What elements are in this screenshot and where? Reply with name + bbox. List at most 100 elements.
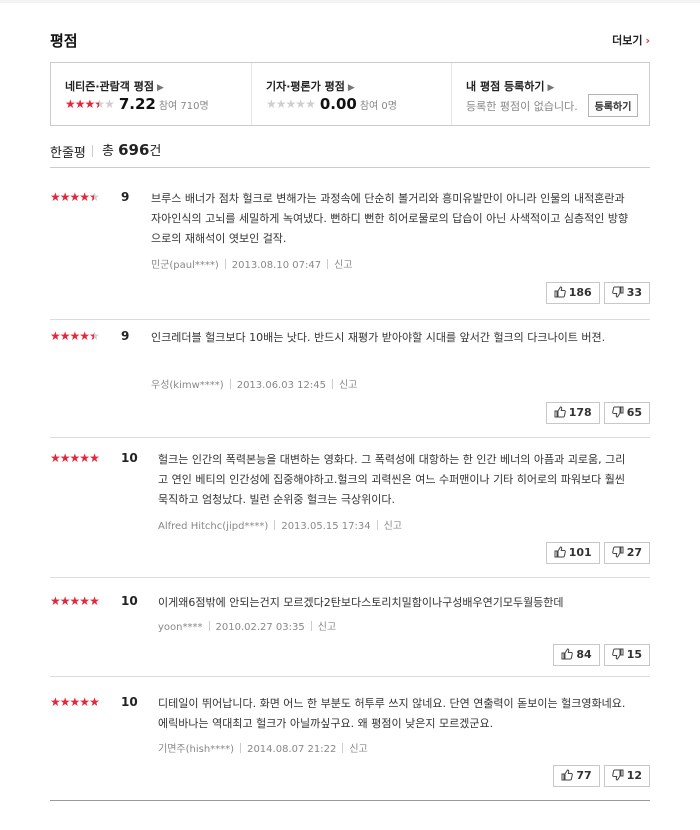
- star-icon: ★: [104, 97, 115, 111]
- review-date: 2010.02.27 03:35: [215, 622, 305, 633]
- review-item: ★★★★★ 10 이게왜6점밖에 안되는건지 모르겠다2탄보다스토리치밀함이나구…: [50, 578, 650, 677]
- review-date: 2013.06.03 12:45: [236, 380, 326, 391]
- like-button[interactable]: 186: [545, 282, 600, 304]
- star-icon: ★: [50, 594, 61, 608]
- dislike-button[interactable]: 27: [603, 542, 650, 564]
- review-date: 2014.08.07 21:22: [247, 744, 337, 755]
- review-stars: ★★★★★: [50, 189, 100, 205]
- rating-summary-box: 네티즌·관람객 평점▶ ★★★★★7.22참여 710명 기자·평론가 평점▶ …: [50, 62, 650, 126]
- star-icon: ★: [79, 451, 90, 465]
- dislike-button[interactable]: 12: [603, 765, 650, 787]
- star-icon: ★: [79, 329, 90, 343]
- thumbs-up-icon: [561, 648, 574, 660]
- review-meta: 기면주(hish****) 2014.08.07 21:22 신고: [158, 740, 368, 755]
- like-button[interactable]: 84: [553, 644, 600, 666]
- report-link[interactable]: 신고: [318, 622, 336, 633]
- dislike-button[interactable]: 33: [603, 282, 650, 304]
- star-icon: ★: [65, 97, 76, 111]
- vote-buttons: 101 27: [542, 542, 650, 564]
- my-rating-title-link[interactable]: 내 평점 등록하기 ▶: [466, 78, 554, 94]
- review-text: 이게왜6점밖에 안되는건지 모르겠다2탄보다스토리치밀함이나구성배우연기모두월등…: [158, 596, 564, 609]
- thumbs-down-icon: [611, 546, 624, 558]
- review-item: ★★★★★ 9 브루스 배너가 점차 헐크로 변해가는 과정속에 단순히 볼거리…: [50, 168, 650, 320]
- review-total: 총 696건: [102, 141, 162, 159]
- critic-rating-title-link[interactable]: 기자·평론가 평점 ▶: [266, 78, 355, 94]
- like-button[interactable]: 178: [545, 402, 600, 424]
- review-stars: ★★★★★: [50, 593, 100, 609]
- review-meta: Alfred Hitchc(jipd****) 2013.05.15 17:34 신…: [158, 517, 402, 532]
- critic-stars: ★★★★★: [266, 96, 316, 112]
- arrow-right-icon: ▶: [547, 83, 555, 93]
- star-icon: ★: [305, 97, 316, 111]
- vote-buttons: 186 33: [542, 282, 650, 304]
- arrow-right-icon: ▶: [156, 83, 164, 93]
- netizen-rating: 네티즌·관람객 평점▶ ★★★★★7.22참여 710명: [51, 63, 251, 125]
- review-score: 10: [121, 695, 138, 709]
- star-icon: ★: [275, 97, 287, 111]
- register-rating-button[interactable]: 등록하기: [588, 94, 638, 117]
- star-icon: ★: [89, 189, 100, 205]
- star-icon: ★: [79, 190, 90, 204]
- review-text: 인크레더블 헐크보다 10배는 낫다. 반드시 재평가 받아야할 시대를 앞서간…: [151, 331, 606, 344]
- report-link[interactable]: 신고: [334, 260, 352, 271]
- review-text: 디테일이 뛰어납니다. 화면 어느 한 부분도 허투루 쓰지 않네요. 단연 연…: [158, 697, 626, 730]
- report-link[interactable]: 신고: [384, 521, 402, 532]
- star-icon: ★: [89, 594, 100, 608]
- review-stars: ★★★★★: [50, 450, 100, 466]
- top-border: [0, 0, 700, 3]
- review-list-header: 한줄평 총 696건: [50, 140, 650, 168]
- thumbs-down-icon: [611, 286, 624, 298]
- like-button[interactable]: 101: [545, 542, 600, 564]
- star-icon: ★: [50, 190, 61, 204]
- arrow-right-icon: ▶: [347, 83, 355, 93]
- my-rating: 내 평점 등록하기 ▶ 등록한 평점이 없습니다. 등록하기: [451, 63, 649, 125]
- review-item: ★★★★★ 10 헐크는 인간의 폭력본능을 대변하는 영화다. 그 폭력성에 …: [50, 438, 650, 578]
- my-rating-empty-text: 등록한 평점이 없습니다.: [466, 100, 578, 113]
- star-icon: ★: [69, 190, 81, 204]
- section-header: 평점 더보기 ›: [50, 30, 650, 50]
- netizen-score: 7.22: [118, 95, 156, 113]
- critic-rating: 기자·평론가 평점 ▶ ★★★★★ 0.00 참여 0명: [251, 63, 451, 125]
- netizen-stars: ★★★★ ★: [65, 96, 115, 112]
- review-stars: ★★★★★: [50, 328, 100, 344]
- star-icon: ★: [69, 695, 81, 709]
- thumbs-up-icon: [554, 546, 566, 558]
- netizen-rating-title-link[interactable]: 네티즌·관람객 평점 ▶: [65, 78, 164, 94]
- dislike-button[interactable]: 15: [603, 644, 650, 666]
- thumbs-up-icon: [554, 286, 566, 298]
- review-score: 10: [121, 594, 138, 608]
- report-link[interactable]: 신고: [349, 744, 367, 755]
- thumbs-down-icon: [611, 769, 624, 781]
- review-author: Alfred Hitchc(jipd****): [158, 521, 269, 532]
- star-icon: ★: [69, 329, 81, 343]
- star-icon: ★: [69, 451, 81, 465]
- critic-score: 0.00: [319, 95, 357, 113]
- star-icon: ★: [74, 97, 86, 111]
- thumbs-down-icon: [611, 648, 624, 660]
- star-icon: ★: [94, 96, 105, 112]
- review-date: 2013.05.15 17:34: [281, 521, 371, 532]
- report-link[interactable]: 신고: [339, 380, 357, 391]
- like-button[interactable]: 77: [553, 765, 600, 787]
- star-icon: ★: [69, 594, 81, 608]
- review-author: 민군(paul****): [151, 260, 219, 271]
- thumbs-down-icon: [611, 406, 624, 418]
- star-icon: ★: [59, 695, 71, 709]
- star-icon: ★: [50, 695, 61, 709]
- more-link[interactable]: 더보기 ›: [612, 32, 650, 48]
- vote-buttons: 178 65: [542, 402, 650, 424]
- review-text: 헐크는 인간의 폭력본능을 대변하는 영화다. 그 폭력성에 대항하는 한 인간…: [158, 453, 626, 506]
- star-icon: ★: [59, 451, 71, 465]
- review-meta: 민군(paul****) 2013.08.10 07:47 신고: [151, 256, 352, 271]
- vote-buttons: 77 12: [549, 765, 650, 787]
- thumbs-up-icon: [554, 406, 566, 418]
- dislike-button[interactable]: 65: [603, 402, 650, 424]
- star-icon: ★: [50, 451, 61, 465]
- review-author: 기면주(hish****): [158, 744, 235, 755]
- review-item: ★★★★★ 9 인크레더블 헐크보다 10배는 낫다. 반드시 재평가 받아야할…: [50, 320, 650, 438]
- star-icon: ★: [50, 329, 61, 343]
- review-list-label: 한줄평: [50, 146, 86, 161]
- star-icon: ★: [84, 97, 96, 111]
- star-icon: ★: [266, 97, 277, 111]
- review-score: 9: [121, 190, 130, 204]
